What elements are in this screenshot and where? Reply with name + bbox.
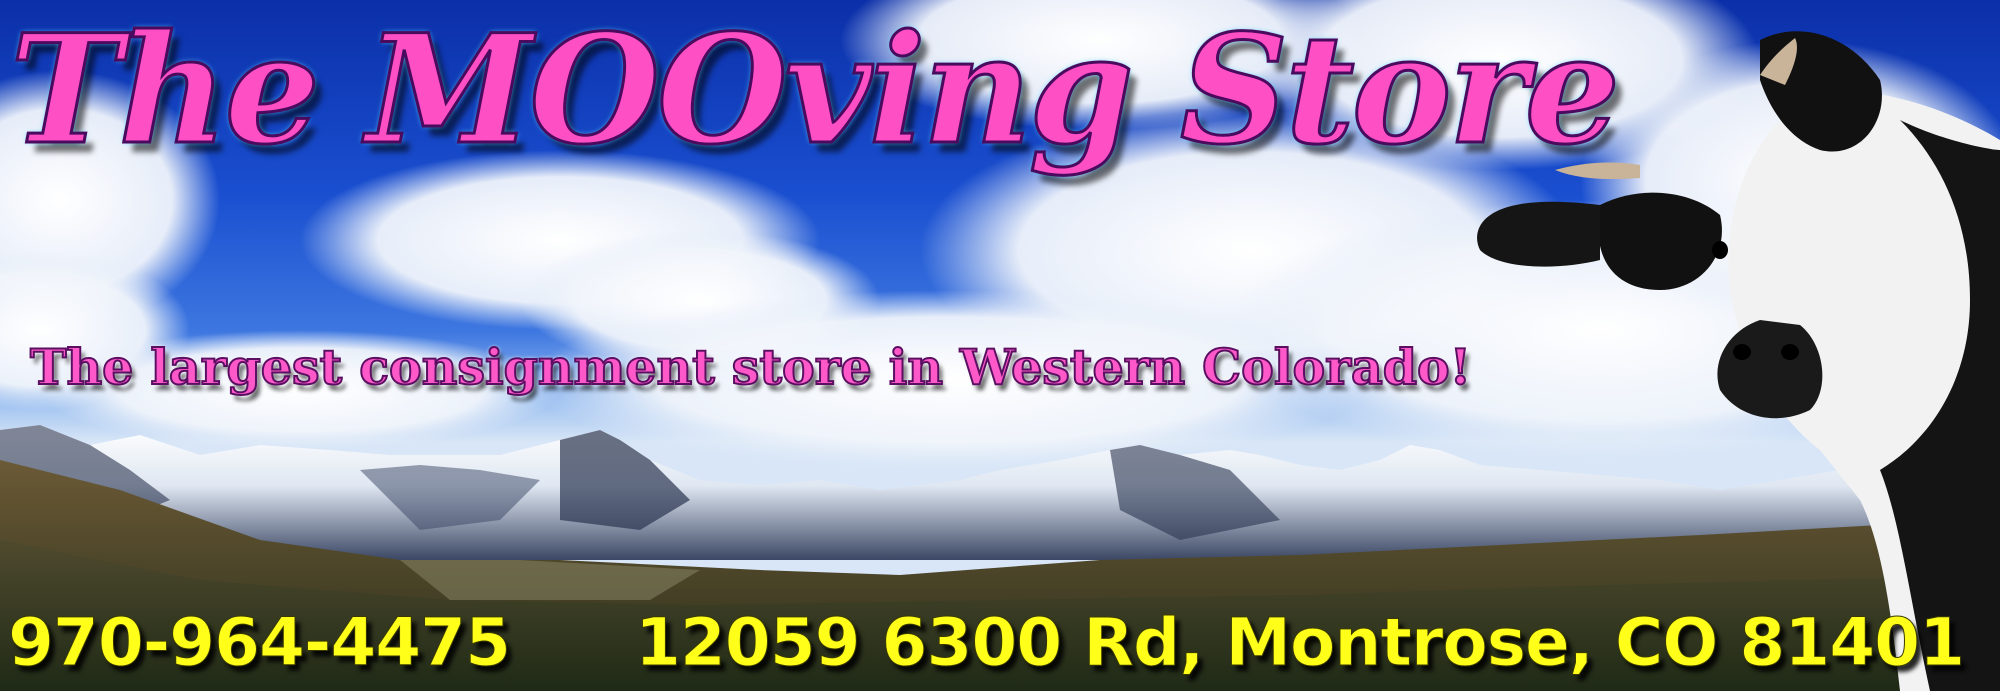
phone-number: 970-964-4475	[7, 604, 511, 682]
store-address: 12059 6300 Rd, Montrose, CO 81401	[634, 604, 1965, 682]
header-banner: The MOOving Store The largest consignmen…	[0, 0, 2000, 691]
store-tagline: The largest consignment store in Western…	[29, 337, 1472, 397]
store-title: The MOOving Store	[8, 1, 1621, 180]
